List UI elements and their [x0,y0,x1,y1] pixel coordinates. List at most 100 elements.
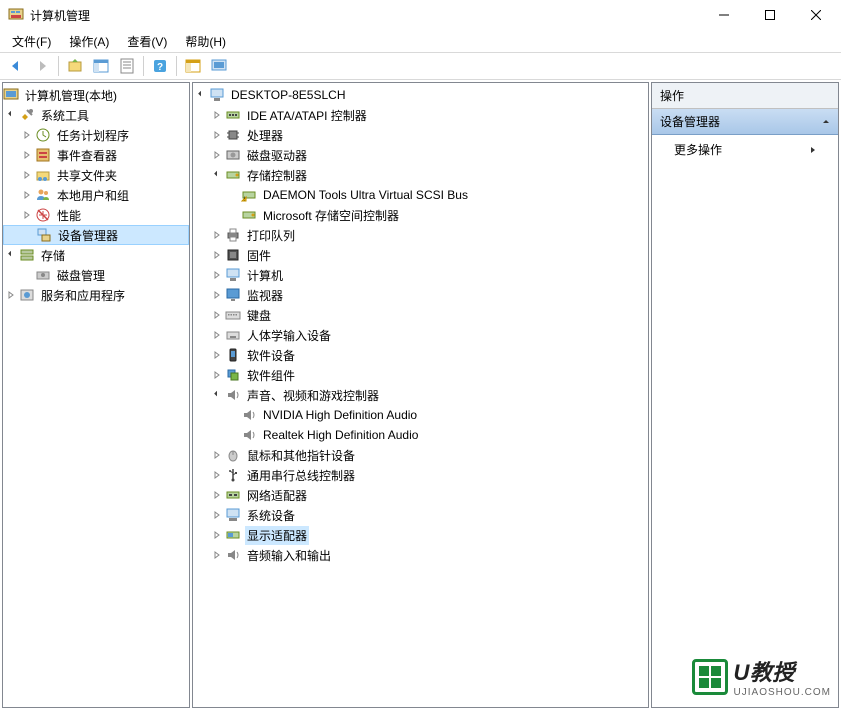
expand-icon[interactable] [209,307,225,323]
audio-icon [225,387,241,403]
expand-icon[interactable] [209,107,225,123]
device-realtek-audio[interactable]: Realtek High Definition Audio [193,425,648,445]
device-label: 音频输入和输出 [245,546,333,565]
expand-icon[interactable] [209,347,225,363]
toolbar: ? [0,52,841,80]
show-hide-tree-button[interactable] [89,54,113,78]
collapse-icon[interactable] [193,87,209,103]
expand-icon[interactable] [209,267,225,283]
expand-icon[interactable] [19,147,35,163]
close-button[interactable] [793,0,839,30]
forward-button[interactable] [30,54,54,78]
device-ms-storage[interactable]: Microsoft 存储空间控制器 [193,205,648,225]
ide-icon [225,107,241,123]
device-usb[interactable]: 通用串行总线控制器 [193,465,648,485]
expand-icon[interactable] [19,167,35,183]
device-nvidia-audio[interactable]: NVIDIA High Definition Audio [193,405,648,425]
event-icon [35,147,51,163]
collapse-icon[interactable] [209,167,225,183]
services-icon [19,287,35,303]
device-label: 通用串行总线控制器 [245,466,357,485]
expand-icon[interactable] [209,287,225,303]
device-software-dev[interactable]: 软件设备 [193,345,648,365]
expand-icon[interactable] [209,147,225,163]
expand-icon[interactable] [209,467,225,483]
expand-icon[interactable] [209,527,225,543]
device-monitors[interactable]: 监视器 [193,285,648,305]
device-audio[interactable]: 声音、视频和游戏控制器 [193,385,648,405]
device-daemon[interactable]: !DAEMON Tools Ultra Virtual SCSI Bus [193,185,648,205]
app-icon [8,7,24,23]
expand-icon[interactable] [209,547,225,563]
tree-local-users[interactable]: 本地用户和组 [3,185,189,205]
expand-icon[interactable] [19,187,35,203]
device-ide[interactable]: IDE ATA/ATAPI 控制器 [193,105,648,125]
device-label: 人体学输入设备 [245,326,333,345]
collapse-icon[interactable] [3,247,19,263]
tree-root[interactable]: 计算机管理(本地) [3,85,189,105]
device-keyboard[interactable]: 键盘 [193,305,648,325]
view-button-2[interactable] [207,54,231,78]
collapse-icon[interactable] [3,107,19,123]
actions-section[interactable]: 设备管理器 [652,109,838,135]
menu-action[interactable]: 操作(A) [61,31,117,52]
expand-icon[interactable] [209,487,225,503]
device-computer-node[interactable]: 计算机 [193,265,648,285]
menu-view[interactable]: 查看(V) [119,31,175,52]
device-audio-io[interactable]: 音频输入和输出 [193,545,648,565]
device-disk-drives[interactable]: 磁盘驱动器 [193,145,648,165]
expand-icon[interactable] [209,327,225,343]
help-button[interactable]: ? [148,54,172,78]
minimize-button[interactable] [701,0,747,30]
device-firmware[interactable]: 固件 [193,245,648,265]
expand-icon[interactable] [19,127,35,143]
tree-label: 服务和应用程序 [39,286,127,305]
watermark-url: UJIAOSHOU.COM [734,687,831,698]
properties-button[interactable] [115,54,139,78]
device-mouse[interactable]: 鼠标和其他指针设备 [193,445,648,465]
device-display[interactable]: 显示适配器 [193,525,648,545]
tree-services-apps[interactable]: 服务和应用程序 [3,285,189,305]
tree-performance[interactable]: 性能 [3,205,189,225]
tree-task-scheduler[interactable]: 任务计划程序 [3,125,189,145]
menu-file[interactable]: 文件(F) [4,31,59,52]
device-system-dev[interactable]: 系统设备 [193,505,648,525]
expand-icon[interactable] [209,367,225,383]
svg-text:?: ? [157,62,163,73]
device-computer-root[interactable]: DESKTOP-8E5SLCH [193,85,648,105]
device-network[interactable]: 网络适配器 [193,485,648,505]
tree-label: 设备管理器 [56,226,120,245]
tree-device-manager[interactable]: 设备管理器 [3,225,189,245]
expand-icon[interactable] [209,227,225,243]
device-cpu[interactable]: 处理器 [193,125,648,145]
back-button[interactable] [4,54,28,78]
collapse-icon[interactable] [209,387,225,403]
firmware-icon [225,247,241,263]
expand-icon[interactable] [209,507,225,523]
more-actions-label: 更多操作 [674,141,722,158]
device-tree-panel: DESKTOP-8E5SLCH IDE ATA/ATAPI 控制器 处理器 磁盘… [192,82,649,708]
view-button-1[interactable] [181,54,205,78]
up-button[interactable] [63,54,87,78]
watermark-logo-icon [692,659,728,695]
expand-icon[interactable] [209,127,225,143]
maximize-button[interactable] [747,0,793,30]
expand-icon[interactable] [209,447,225,463]
more-actions[interactable]: 更多操作 [652,135,838,164]
device-software-comp[interactable]: 软件组件 [193,365,648,385]
tree-disk-management[interactable]: 磁盘管理 [3,265,189,285]
tree-event-viewer[interactable]: 事件查看器 [3,145,189,165]
tree-shared-folders[interactable]: 共享文件夹 [3,165,189,185]
expand-icon[interactable] [3,287,19,303]
software-icon [225,347,241,363]
shared-folders-icon [35,167,51,183]
menu-bar: 文件(F) 操作(A) 查看(V) 帮助(H) [0,30,841,52]
tree-storage[interactable]: 存储 [3,245,189,265]
menu-help[interactable]: 帮助(H) [177,31,234,52]
expand-icon[interactable] [209,247,225,263]
device-storage-ctrl[interactable]: 存储控制器 [193,165,648,185]
tree-system-tools[interactable]: 系统工具 [3,105,189,125]
expand-icon[interactable] [19,207,35,223]
device-print-queue[interactable]: 打印队列 [193,225,648,245]
device-hid[interactable]: 人体学输入设备 [193,325,648,345]
